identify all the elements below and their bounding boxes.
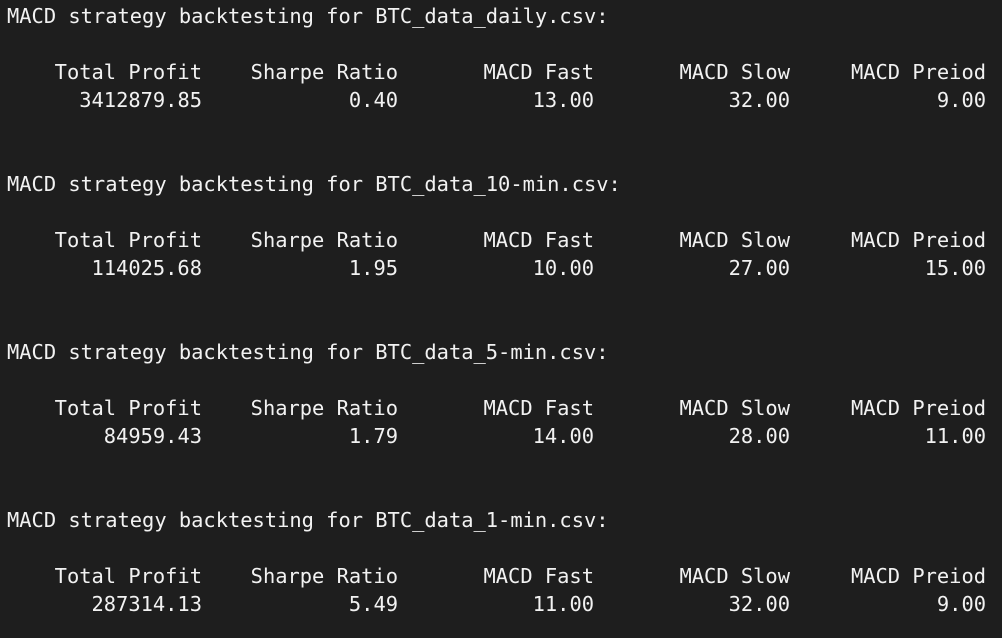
- total-profit-value: 3412879.85: [79, 88, 202, 112]
- macd-slow-value: 32.00: [728, 88, 790, 112]
- header-sharpe-ratio: Sharpe Ratio: [250, 396, 398, 420]
- sharpe-ratio-value: 0.40: [348, 88, 398, 112]
- header-macd-period: MACD Preiod: [850, 228, 986, 252]
- result-row: 114025.68 1.95 10.00 27.00 15.00: [0, 254, 1002, 282]
- header-macd-fast: MACD Fast: [483, 396, 595, 420]
- result-row: 287314.13 5.49 11.00 32.00 9.00: [0, 590, 1002, 618]
- result-row: 3412879.85 0.40 13.00 32.00 9.00: [0, 86, 1002, 114]
- sharpe-ratio-value: 5.49: [348, 592, 398, 616]
- header-macd-slow: MACD Slow: [679, 228, 791, 252]
- header-macd-period: MACD Preiod: [850, 396, 986, 420]
- header-sharpe-ratio: Sharpe Ratio: [250, 564, 398, 588]
- macd-period-value: 11.00: [924, 424, 986, 448]
- header-total-profit: Total Profit: [54, 564, 202, 588]
- column-header-row: Total Profit Sharpe Ratio MACD Fast MACD…: [0, 562, 1002, 590]
- sharpe-ratio-value: 1.79: [348, 424, 398, 448]
- header-macd-fast: MACD Fast: [483, 564, 595, 588]
- header-sharpe-ratio: Sharpe Ratio: [250, 60, 398, 84]
- header-macd-slow: MACD Slow: [679, 396, 791, 420]
- column-header-row: Total Profit Sharpe Ratio MACD Fast MACD…: [0, 394, 1002, 422]
- header-total-profit: Total Profit: [54, 396, 202, 420]
- header-macd-period: MACD Preiod: [850, 60, 986, 84]
- macd-fast-value: 11.00: [532, 592, 594, 616]
- terminal-output: MACD strategy backtesting for BTC_data_d…: [0, 0, 1002, 638]
- macd-slow-value: 28.00: [728, 424, 790, 448]
- header-macd-period: MACD Preiod: [850, 564, 986, 588]
- header-macd-slow: MACD Slow: [679, 564, 791, 588]
- total-profit-value: 84959.43: [103, 424, 202, 448]
- backtest-title: MACD strategy backtesting for BTC_data_1…: [7, 172, 621, 196]
- header-macd-slow: MACD Slow: [679, 60, 791, 84]
- header-macd-fast: MACD Fast: [483, 228, 595, 252]
- total-profit-value: 287314.13: [91, 592, 203, 616]
- macd-slow-value: 27.00: [728, 256, 790, 280]
- macd-fast-value: 14.00: [532, 424, 594, 448]
- header-total-profit: Total Profit: [54, 228, 202, 252]
- macd-period-value: 15.00: [924, 256, 986, 280]
- macd-fast-value: 13.00: [532, 88, 594, 112]
- backtest-title: MACD strategy backtesting for BTC_data_d…: [7, 4, 609, 28]
- macd-period-value: 9.00: [936, 88, 986, 112]
- macd-period-value: 9.00: [936, 592, 986, 616]
- macd-fast-value: 10.00: [532, 256, 594, 280]
- backtest-title: MACD strategy backtesting for BTC_data_1…: [7, 508, 609, 532]
- header-total-profit: Total Profit: [54, 60, 202, 84]
- backtest-title: MACD strategy backtesting for BTC_data_5…: [7, 340, 609, 364]
- macd-slow-value: 32.00: [728, 592, 790, 616]
- sharpe-ratio-value: 1.95: [348, 256, 398, 280]
- header-macd-fast: MACD Fast: [483, 60, 595, 84]
- column-header-row: Total Profit Sharpe Ratio MACD Fast MACD…: [0, 58, 1002, 86]
- header-sharpe-ratio: Sharpe Ratio: [250, 228, 398, 252]
- result-row: 84959.43 1.79 14.00 28.00 11.00: [0, 422, 1002, 450]
- column-header-row: Total Profit Sharpe Ratio MACD Fast MACD…: [0, 226, 1002, 254]
- total-profit-value: 114025.68: [91, 256, 203, 280]
